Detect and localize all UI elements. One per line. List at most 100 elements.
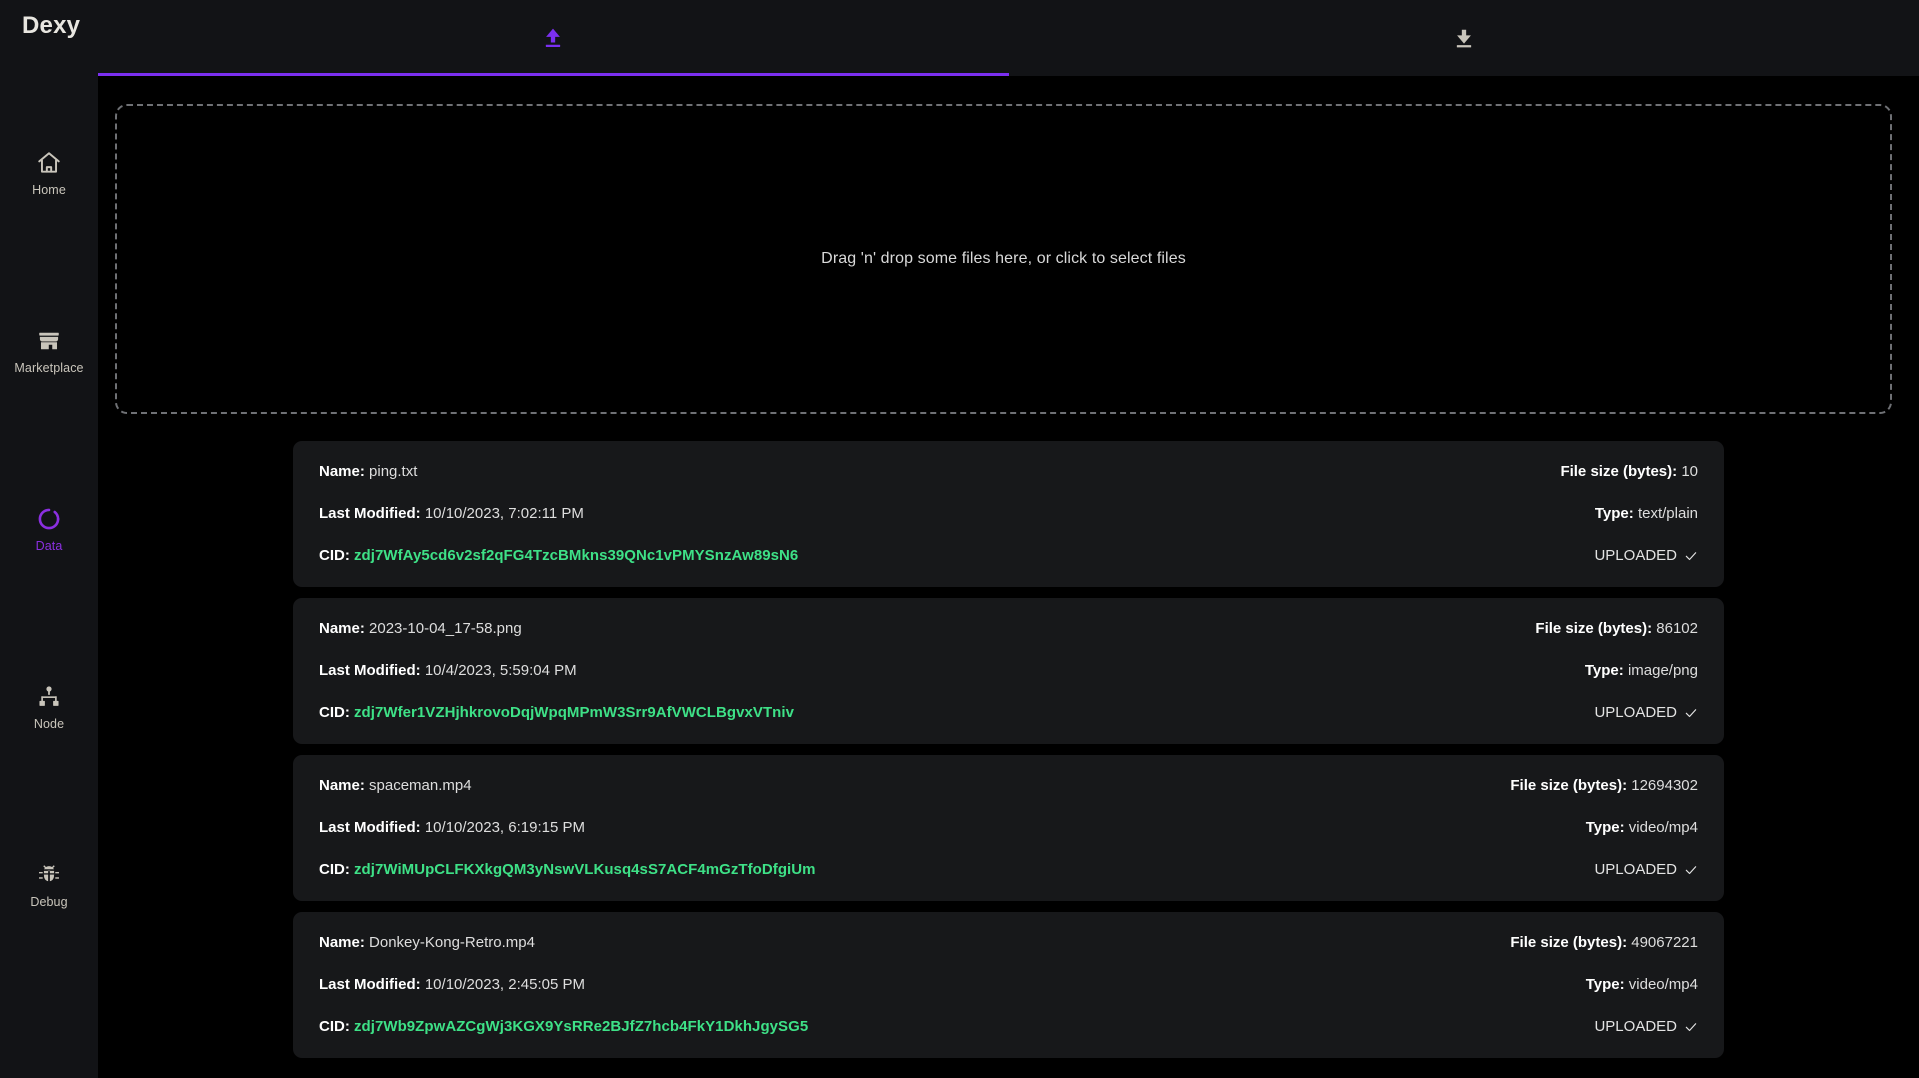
file-type-row: Type: text/plain: [1595, 505, 1698, 523]
file-card-right: File size (bytes): 12694302 Type: video/…: [1510, 777, 1698, 879]
file-modified-row: Last Modified: 10/10/2023, 7:02:11 PM: [319, 505, 798, 523]
uploaded-file-list: Name: ping.txt Last Modified: 10/10/2023…: [98, 441, 1919, 1058]
tab-bar: [98, 0, 1919, 76]
sidebar-item-data-label: Data: [36, 539, 63, 554]
file-cid-value[interactable]: zdj7Wfer1VZHjhkrovoDqjWpqMPmW3Srr9AfVWCL…: [354, 704, 794, 721]
tab-download[interactable]: [1009, 0, 1919, 76]
file-name-label: Name:: [319, 777, 365, 794]
sidebar-item-debug-label: Debug: [30, 895, 67, 910]
file-name-label: Name:: [319, 620, 365, 637]
dropzone-label: Drag 'n' drop some files here, or click …: [821, 250, 1186, 268]
check-icon: [1684, 1020, 1698, 1034]
file-cid-row: CID: zdj7WiMUpCLFKXkgQM3yNswVLKusq4sS7AC…: [319, 861, 816, 879]
content-area: Drag 'n' drop some files here, or click …: [98, 76, 1919, 1078]
storefront-icon: [36, 328, 62, 354]
file-type-row: Type: image/png: [1585, 662, 1698, 680]
file-size-label: File size (bytes):: [1560, 463, 1677, 480]
status-badge: UPLOADED: [1594, 704, 1698, 721]
file-size-label: File size (bytes):: [1535, 620, 1652, 637]
file-modified-label: Last Modified:: [319, 505, 421, 522]
file-size-row: File size (bytes): 49067221: [1510, 934, 1698, 952]
file-card-left: Name: 2023-10-04_17-58.png Last Modified…: [319, 620, 794, 722]
sidebar-item-home-label: Home: [32, 183, 66, 198]
upload-icon: [539, 24, 567, 52]
file-modified-value: 10/10/2023, 6:19:15 PM: [425, 819, 585, 836]
file-name-value: 2023-10-04_17-58.png: [369, 620, 522, 637]
sidebar-item-debug[interactable]: Debug: [0, 862, 98, 1040]
sidebar-item-data[interactable]: Data: [0, 506, 98, 684]
file-card[interactable]: Name: 2023-10-04_17-58.png Last Modified…: [293, 598, 1724, 744]
file-cid-label: CID:: [319, 704, 350, 721]
file-card-left: Name: Donkey-Kong-Retro.mp4 Last Modifie…: [319, 934, 808, 1036]
file-cid-label: CID:: [319, 861, 350, 878]
bug-icon: [36, 862, 62, 888]
file-modified-row: Last Modified: 10/10/2023, 6:19:15 PM: [319, 819, 816, 837]
file-dropzone[interactable]: Drag 'n' drop some files here, or click …: [115, 104, 1892, 414]
file-modified-value: 10/10/2023, 2:45:05 PM: [425, 976, 585, 993]
file-type-value: video/mp4: [1629, 819, 1698, 836]
status-text: UPLOADED: [1594, 861, 1677, 878]
file-cid-row: CID: zdj7Wfer1VZHjhkrovoDqjWpqMPmW3Srr9A…: [319, 704, 794, 722]
file-size-label: File size (bytes):: [1510, 777, 1627, 794]
node-tree-icon: [36, 684, 62, 710]
file-size-row: File size (bytes): 86102: [1535, 620, 1698, 638]
file-type-label: Type:: [1585, 662, 1624, 679]
file-cid-value[interactable]: zdj7WiMUpCLFKXkgQM3yNswVLKusq4sS7ACF4mGz…: [354, 861, 816, 878]
file-type-label: Type:: [1595, 505, 1634, 522]
app-root: Dexy Home Marketplace: [0, 0, 1919, 1078]
sidebar-item-home[interactable]: Home: [0, 150, 98, 328]
file-name-value: spaceman.mp4: [369, 777, 472, 794]
file-size-row: File size (bytes): 10: [1560, 463, 1698, 481]
file-modified-row: Last Modified: 10/10/2023, 2:45:05 PM: [319, 976, 808, 994]
file-cid-value[interactable]: zdj7WfAy5cd6v2sf2qFG4TzcBMkns39QNc1vPMYS…: [354, 547, 798, 564]
file-card-right: File size (bytes): 49067221 Type: video/…: [1510, 934, 1698, 1036]
file-name-value: Donkey-Kong-Retro.mp4: [369, 934, 535, 951]
file-size-value: 86102: [1656, 620, 1698, 637]
file-type-value: image/png: [1628, 662, 1698, 679]
status-text: UPLOADED: [1594, 1018, 1677, 1035]
check-icon: [1684, 549, 1698, 563]
sidebar: Dexy Home Marketplace: [0, 0, 98, 1078]
sidebar-item-marketplace-label: Marketplace: [14, 361, 83, 376]
file-size-value: 49067221: [1631, 934, 1698, 951]
data-ring-icon: [36, 506, 62, 532]
file-modified-label: Last Modified:: [319, 662, 421, 679]
app-brand-title: Dexy: [22, 12, 80, 40]
file-cid-value[interactable]: zdj7Wb9ZpwAZCgWj3KGX9YsRRe2BJfZ7hcb4FkY1…: [354, 1018, 808, 1035]
file-card[interactable]: Name: ping.txt Last Modified: 10/10/2023…: [293, 441, 1724, 587]
status-badge: UPLOADED: [1594, 861, 1698, 878]
file-card-right: File size (bytes): 86102 Type: image/png…: [1535, 620, 1698, 722]
main-content: Drag 'n' drop some files here, or click …: [98, 0, 1919, 1078]
file-type-label: Type:: [1586, 819, 1625, 836]
sidebar-item-node[interactable]: Node: [0, 684, 98, 862]
file-cid-label: CID:: [319, 1018, 350, 1035]
file-name-row: Name: spaceman.mp4: [319, 777, 816, 795]
status-text: UPLOADED: [1594, 704, 1677, 721]
check-icon: [1684, 863, 1698, 877]
status-text: UPLOADED: [1594, 547, 1677, 564]
file-size-label: File size (bytes):: [1510, 934, 1627, 951]
file-size-value: 12694302: [1631, 777, 1698, 794]
file-name-row: Name: 2023-10-04_17-58.png: [319, 620, 794, 638]
sidebar-item-marketplace[interactable]: Marketplace: [0, 328, 98, 506]
file-name-row: Name: Donkey-Kong-Retro.mp4: [319, 934, 808, 952]
file-type-value: video/mp4: [1629, 976, 1698, 993]
status-badge: UPLOADED: [1594, 1018, 1698, 1035]
sidebar-item-node-label: Node: [34, 717, 64, 732]
tab-upload[interactable]: [98, 0, 1009, 76]
file-card[interactable]: Name: Donkey-Kong-Retro.mp4 Last Modifie…: [293, 912, 1724, 1058]
download-icon: [1450, 24, 1478, 52]
file-modified-label: Last Modified:: [319, 819, 421, 836]
file-name-label: Name:: [319, 934, 365, 951]
file-cid-label: CID:: [319, 547, 350, 564]
status-badge: UPLOADED: [1594, 547, 1698, 564]
file-card-right: File size (bytes): 10 Type: text/plain U…: [1560, 463, 1698, 565]
file-modified-label: Last Modified:: [319, 976, 421, 993]
check-icon: [1684, 706, 1698, 720]
file-type-value: text/plain: [1638, 505, 1698, 522]
file-card-left: Name: spaceman.mp4 Last Modified: 10/10/…: [319, 777, 816, 879]
file-card[interactable]: Name: spaceman.mp4 Last Modified: 10/10/…: [293, 755, 1724, 901]
home-icon: [36, 150, 62, 176]
file-modified-row: Last Modified: 10/4/2023, 5:59:04 PM: [319, 662, 794, 680]
file-cid-row: CID: zdj7Wb9ZpwAZCgWj3KGX9YsRRe2BJfZ7hcb…: [319, 1018, 808, 1036]
